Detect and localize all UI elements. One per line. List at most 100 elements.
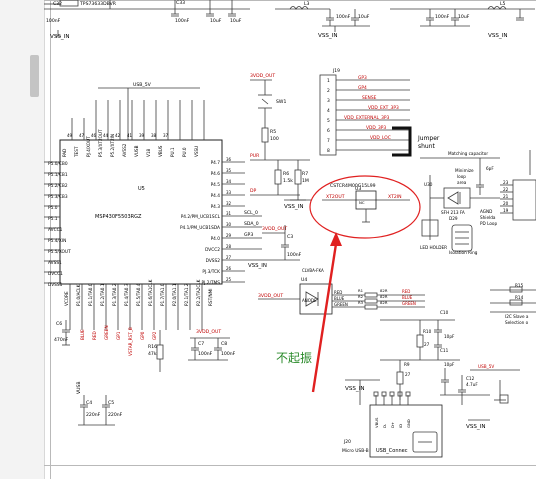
mcu-left-pin: DVSS1 [48, 282, 63, 288]
mcu-left-pin: P5.0 [48, 205, 58, 211]
minimize-3: area [457, 180, 467, 185]
mcu-right-pin-num: 36 [226, 157, 232, 162]
j19-pin: 5 [327, 118, 330, 124]
c12-label: C12 [466, 376, 475, 381]
mcu-bottom-pin: P1.4/TA0.3 [124, 283, 129, 306]
cap-6pf: 6pF [486, 166, 494, 171]
mcu-right-pin: P4.6 [211, 171, 221, 177]
bl-net: GP2 [152, 331, 157, 340]
c7-value: 100nF [198, 351, 213, 357]
mcu-bottom-pin: P2.0/TA1.1 [172, 283, 177, 306]
led-net: RED [402, 289, 410, 294]
net-usb5v-right: USB_5V [478, 364, 494, 369]
j19-net: VDD_EXTERNAL_3P3 [344, 115, 390, 121]
c33-value: 100nF [175, 18, 190, 24]
isolation-ring: Isolation Ring [449, 250, 478, 255]
cap-10uf-b: 10uF [230, 18, 242, 24]
c32-label: C32 [53, 1, 62, 7]
led-resistor: R1 [358, 288, 364, 293]
net-xt2out: XT2OUT [326, 194, 345, 200]
mcu-left-pin: DVCC1 [48, 271, 63, 277]
j19-pin: 8 [327, 148, 330, 154]
j19-pin: 3 [327, 98, 330, 104]
j19-net: GP3 [358, 75, 367, 81]
mcu-right-pin-num: 26 [226, 266, 232, 271]
j19-pin: 1 [327, 78, 330, 84]
mcu-left-pin: P5.5/XOUT [48, 249, 71, 255]
j19-pin: 7 [327, 138, 330, 144]
led-anode: ANODE [302, 298, 317, 303]
mcu-right-pin: P4.7 [211, 160, 221, 166]
bl-net: RED [92, 331, 97, 340]
mcu-right-pin-num: 27 [226, 255, 232, 260]
mcu-right-pin: P4.2/PM_UCB1SCL [181, 214, 221, 220]
j19-net: SENSE [362, 95, 377, 101]
mcu-top-pin-num: 37 [163, 133, 169, 138]
crystal-nc: NC [359, 200, 365, 205]
led-res-val: 82R [380, 288, 388, 293]
mcu-right-pin: P4.0 [211, 236, 221, 242]
bl-net: BLUE [80, 329, 85, 340]
mcu-top-pin-num: 49 [67, 133, 73, 138]
c8-label: C8 [221, 341, 227, 347]
agnd-1: AGND [480, 209, 492, 214]
mcu-right-pin-num: 25 [226, 277, 232, 282]
cap-10uf-c: 10uF [358, 14, 370, 20]
r7-value: 1M [302, 178, 309, 184]
mcu-top-pin: PAD [62, 149, 67, 157]
usb-connector-label: USB_Connec [376, 448, 408, 454]
mcu-bottom-pin: P1.0/ACLK [76, 284, 81, 306]
led-color: GREEN [334, 302, 348, 307]
mcu-left-pin: P5.1 [48, 216, 58, 222]
mcu-left-pin: AVSS1 [48, 260, 62, 266]
r5-label: R5 [270, 129, 276, 135]
led-color: BLUE [334, 296, 345, 301]
led-res-val: 82R [380, 300, 388, 305]
mcu-right-pin-num: 28 [226, 244, 232, 249]
j19-pin: 2 [327, 88, 330, 94]
r6-label: R6 [283, 171, 289, 177]
net-pur: PUR [250, 153, 260, 159]
mcu-top-pin: VUSB [134, 145, 139, 157]
usb-pin: GND [406, 419, 411, 428]
cap-100nf-b: 100nF [435, 14, 450, 20]
r16-value: 47k [148, 351, 157, 357]
net-3vdd-out-sw: 3VDD_OUT [250, 73, 275, 79]
annotation-arrow-shaft [311, 243, 338, 393]
vss-in-top-3: VSS_IN [488, 33, 508, 39]
mcu-top-pin-num: 41 [127, 133, 133, 138]
led-net: BLUE [402, 295, 413, 300]
led-holder: LED HOLDER [420, 245, 447, 250]
mcu-top-pin-num: 44 [103, 133, 109, 138]
mcu-right-pin: DVSS2 [206, 258, 221, 264]
vss-in-top-1: VSS_IN [50, 34, 70, 40]
mcu-right-pin: P4.5 [211, 182, 221, 188]
mcu-right-pin: PJ.2/TMS [202, 280, 221, 286]
right-pin-num: 22 [503, 187, 509, 192]
net-3vdd-out-led: 3VDD_OUT [258, 293, 283, 299]
crystal-part: CSTCR4M00G15L99 [330, 183, 376, 189]
net-3vdd-out-bl: 3VDD_OUT [196, 329, 221, 335]
c5-value: 220nF [108, 412, 123, 418]
c4-value: 220nF [86, 412, 101, 418]
minimize-2: loop [457, 174, 466, 179]
usb-pin: D+ [390, 422, 395, 428]
r5-value: 100 [270, 136, 279, 142]
mcu-bottom-pin: P1.3/TA0.2 [112, 283, 117, 306]
mcu-usb5v: USB_5V [133, 82, 152, 88]
net-vusb: VUSB [76, 381, 82, 394]
vss-in-right-1: VSS_IN [345, 386, 365, 392]
mcu-top-pin: V18 [146, 148, 151, 157]
jumper-shunt-symbol [392, 126, 412, 157]
mcu-top-pin: PJ.4/XOUT [86, 136, 91, 157]
r10-label: R10 [423, 329, 432, 334]
schematic-canvas[interactable]: C32 TPS73633DBVR C33 100nF 10uF 10uF 100… [0, 0, 536, 479]
c3-label: C3 [287, 234, 293, 240]
i2c-note-2: Selection o [505, 320, 529, 325]
mcu-right-pin-num: 35 [226, 168, 232, 173]
r6-value: 1.5k [283, 178, 293, 184]
right-pin-num: 20 [503, 201, 509, 206]
c6-value: 470nF [54, 337, 69, 343]
r10-value: 27 [424, 342, 430, 347]
mcu-left-pin: P5.3/CB3 [48, 194, 68, 200]
